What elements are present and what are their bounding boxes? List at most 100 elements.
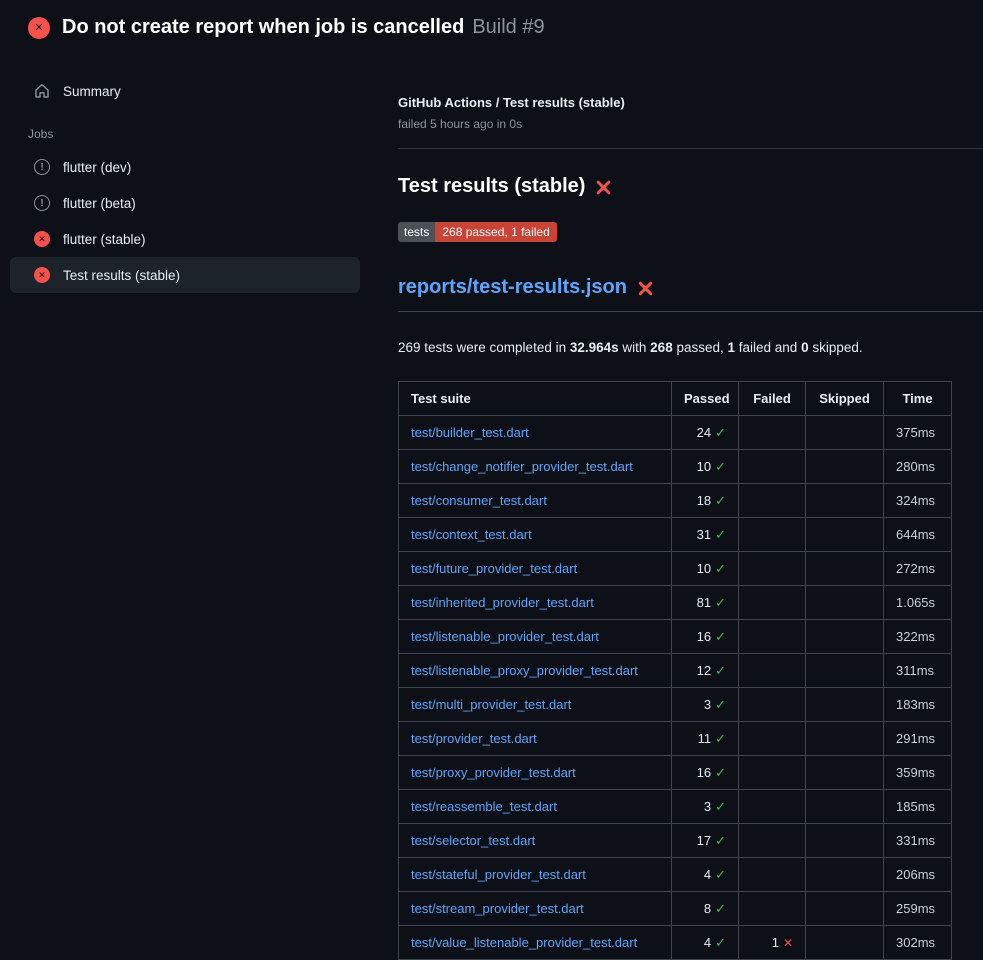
passed-cell: 11✓ — [672, 722, 739, 756]
failed-count: 1 — [772, 935, 779, 950]
test-suite-link[interactable]: test/provider_test.dart — [411, 731, 537, 746]
summary-passed-count: 268 — [650, 340, 673, 355]
test-suite-link[interactable]: test/future_provider_test.dart — [411, 561, 577, 576]
skipped-cell — [806, 552, 884, 586]
build-number: Build #9 — [472, 16, 544, 39]
badge-value: 268 passed, 1 failed — [435, 222, 556, 242]
failed-cell — [739, 450, 806, 484]
skipped-cell — [806, 824, 884, 858]
sidebar-item-flutter-stable[interactable]: ✕flutter (stable) — [10, 221, 360, 257]
x-icon — [637, 280, 654, 297]
skipped-cell — [806, 688, 884, 722]
skipped-cell — [806, 586, 884, 620]
suite-cell: test/provider_test.dart — [399, 722, 672, 756]
sidebar-item-label: Test results (stable) — [63, 268, 180, 283]
report-file-link[interactable]: reports/test-results.json — [398, 276, 627, 299]
check-icon: ✓ — [715, 629, 726, 644]
check-icon: ✓ — [715, 867, 726, 882]
table-row: test/reassemble_test.dart3✓185ms — [399, 790, 952, 824]
check-icon: ✓ — [715, 527, 726, 542]
table-row: test/proxy_provider_test.dart16✓359ms — [399, 756, 952, 790]
test-suite-link[interactable]: test/proxy_provider_test.dart — [411, 765, 576, 780]
column-header-skipped: Skipped — [806, 382, 884, 416]
test-suite-link[interactable]: test/multi_provider_test.dart — [411, 697, 571, 712]
passed-count: 11 — [698, 731, 712, 746]
page-header: ✕ Do not create report when job is cance… — [0, 0, 983, 51]
test-suite-link[interactable]: test/context_test.dart — [411, 527, 532, 542]
sidebar-item-label: Summary — [63, 84, 121, 99]
summary-failed-count: 1 — [728, 340, 736, 355]
layout: Summary Jobs !flutter (dev)!flutter (bet… — [0, 51, 983, 960]
time-cell: 331ms — [884, 824, 952, 858]
test-suite-link[interactable]: test/reassemble_test.dart — [411, 799, 557, 814]
test-suite-link[interactable]: test/selector_test.dart — [411, 833, 535, 848]
passed-count: 16 — [697, 765, 711, 780]
column-header-time: Time — [884, 382, 952, 416]
passed-cell: 17✓ — [672, 824, 739, 858]
test-suite-link[interactable]: test/inherited_provider_test.dart — [411, 595, 594, 610]
failed-cell — [739, 586, 806, 620]
time-cell: 302ms — [884, 926, 952, 960]
skipped-cell — [806, 518, 884, 552]
check-icon: ✓ — [715, 901, 726, 916]
check-icon: ✓ — [715, 765, 726, 780]
table-row: test/stream_provider_test.dart8✓259ms — [399, 892, 952, 926]
skipped-cell — [806, 892, 884, 926]
sidebar-item-flutter-dev[interactable]: !flutter (dev) — [10, 149, 360, 185]
test-suite-link[interactable]: test/listenable_proxy_provider_test.dart — [411, 663, 638, 678]
divider — [398, 148, 983, 149]
test-suite-link[interactable]: test/change_notifier_provider_test.dart — [411, 459, 633, 474]
job-list: !flutter (dev)!flutter (beta)✕flutter (s… — [10, 149, 360, 293]
failed-cell: 1✕ — [739, 926, 806, 960]
test-suite-link[interactable]: test/consumer_test.dart — [411, 493, 547, 508]
column-header-test-suite: Test suite — [399, 382, 672, 416]
passed-cell: 31✓ — [672, 518, 739, 552]
column-header-failed: Failed — [739, 382, 806, 416]
x-circle-icon: ✕ — [34, 267, 50, 283]
test-suite-link[interactable]: test/stateful_provider_test.dart — [411, 867, 586, 882]
sidebar: Summary Jobs !flutter (dev)!flutter (bet… — [0, 51, 370, 293]
passed-cell: 18✓ — [672, 484, 739, 518]
sidebar-item-label: flutter (dev) — [63, 160, 131, 175]
suite-cell: test/builder_test.dart — [399, 416, 672, 450]
suite-cell: test/consumer_test.dart — [399, 484, 672, 518]
time-cell: 291ms — [884, 722, 952, 756]
time-cell: 280ms — [884, 450, 952, 484]
check-icon: ✓ — [715, 493, 726, 508]
sidebar-item-summary[interactable]: Summary — [10, 73, 360, 109]
time-cell: 1.065s — [884, 586, 952, 620]
time-cell: 311ms — [884, 654, 952, 688]
table-row: test/value_listenable_provider_test.dart… — [399, 926, 952, 960]
sidebar-item-test-results-stable[interactable]: ✕ Test results (stable) — [10, 257, 360, 293]
passed-cell: 16 ✓ — [672, 756, 739, 790]
test-suite-link[interactable]: test/value_listenable_provider_test.dart — [411, 935, 637, 950]
sidebar-item-flutter-beta[interactable]: !flutter (beta) — [10, 185, 360, 221]
test-suite-link[interactable]: test/stream_provider_test.dart — [411, 901, 584, 916]
x-icon: ✕ — [783, 936, 793, 950]
test-suite-link[interactable]: test/listenable_provider_test.dart — [411, 629, 599, 644]
status-line: failed 5 hours ago in 0s — [398, 117, 983, 131]
passed-count: 16 — [697, 629, 711, 644]
table-row: test/listenable_proxy_provider_test.dart… — [399, 654, 952, 688]
check-icon: ✓ — [715, 459, 726, 474]
failed-cell — [739, 892, 806, 926]
suite-cell: test/stateful_provider_test.dart — [399, 858, 672, 892]
section-title: Test results (stable) — [398, 175, 585, 198]
table-row: test/provider_test.dart 11✓ 291ms — [399, 722, 952, 756]
check-icon: ✓ — [715, 663, 726, 678]
home-icon — [34, 83, 50, 99]
test-suite-link[interactable]: test/builder_test.dart — [411, 425, 529, 440]
time-cell: 272ms — [884, 552, 952, 586]
suite-cell: test/stream_provider_test.dart — [399, 892, 672, 926]
skipped-cell — [806, 790, 884, 824]
time-cell: 206ms — [884, 858, 952, 892]
failed-cell — [739, 518, 806, 552]
check-icon: ✓ — [715, 595, 726, 610]
passed-count: 8 — [704, 901, 711, 916]
time-cell: 375ms — [884, 416, 952, 450]
failed-cell — [739, 688, 806, 722]
failed-cell — [739, 756, 806, 790]
passed-count: 10 — [697, 459, 711, 474]
passed-cell: 4✓ — [672, 926, 739, 960]
table-body: test/builder_test.dart24✓375mstest/chang… — [399, 416, 952, 960]
